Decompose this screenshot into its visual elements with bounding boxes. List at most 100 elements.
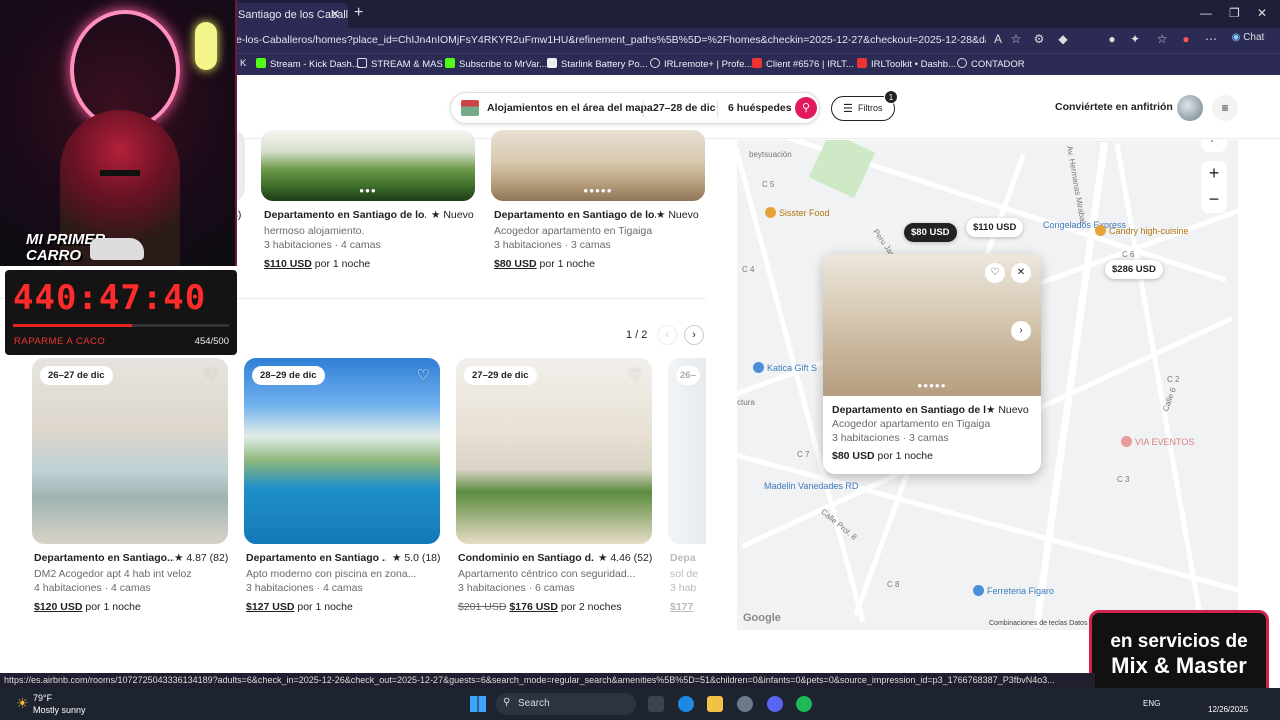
listing-photo-partial[interactable]: 26– bbox=[668, 358, 706, 544]
map-road bbox=[1114, 143, 1205, 627]
close-icon[interactable]: ✕ bbox=[1011, 263, 1031, 283]
zoom-out-button[interactable]: − bbox=[1201, 187, 1227, 213]
edge-icon[interactable] bbox=[678, 696, 694, 712]
listing-photo[interactable]: ●●● bbox=[261, 130, 475, 201]
listing-photo[interactable]: 26–27 de dic ♡ bbox=[32, 358, 228, 544]
map[interactable]: beytsuación C 5 C 4 Peru Jardines del No… bbox=[737, 140, 1238, 630]
listing-rating: ★ 4.46 (52) bbox=[598, 552, 653, 564]
clock-date[interactable]: 12/26/2025 bbox=[1208, 705, 1248, 714]
listing-title[interactable]: Depa bbox=[670, 552, 706, 564]
weather-desc[interactable]: Mostly sunny bbox=[33, 705, 86, 715]
listing-title[interactable]: Departamento en Santiago ... bbox=[246, 552, 386, 564]
become-host-link[interactable]: Conviértete en anfitrión bbox=[1055, 101, 1173, 113]
search-icon: ⚲ bbox=[801, 102, 811, 114]
listing-title[interactable]: Departamento en Santiago de lo... bbox=[264, 209, 426, 221]
search-dates[interactable]: 27–28 de dic bbox=[653, 102, 715, 114]
file-explorer-icon[interactable] bbox=[707, 696, 723, 712]
listing-photo[interactable]: 27–29 de dic ♡ bbox=[456, 358, 652, 544]
price-pin-selected[interactable]: $80 USD bbox=[904, 223, 957, 242]
weather-icon[interactable]: ☀ bbox=[16, 695, 29, 712]
heart-icon[interactable]: ♡ bbox=[205, 366, 218, 384]
poi[interactable]: Sisster Food bbox=[765, 207, 830, 218]
next-page-button[interactable]: › bbox=[684, 325, 704, 345]
favorites-icon[interactable]: ☆ bbox=[1154, 32, 1170, 48]
price-amount[interactable]: $120 USD bbox=[34, 601, 82, 613]
extension-icon[interactable]: ⚙ bbox=[1031, 32, 1047, 48]
neon-banana bbox=[195, 22, 217, 70]
listing-title[interactable]: Condominio en Santiago d... bbox=[458, 552, 594, 564]
bookmark-item[interactable]: Starlink Battery Po... bbox=[547, 58, 648, 70]
weather-temp[interactable]: 79°F bbox=[33, 693, 52, 703]
bookmark-label: Subscribe to MrVar... bbox=[459, 59, 547, 70]
extension-diamond-icon[interactable]: ◆ bbox=[1055, 32, 1071, 48]
discord-icon[interactable] bbox=[767, 696, 783, 712]
poi[interactable]: VIA EVENTOS bbox=[1121, 436, 1194, 447]
map-listing-popup[interactable]: ●●●●● ♡ ✕ › Departamento en Santiago de … bbox=[823, 254, 1041, 474]
extensions-puzzle-icon[interactable]: ✦ bbox=[1127, 32, 1143, 48]
bookmark-item[interactable]: IRLremote+ | Profe... bbox=[650, 58, 752, 70]
listing-title[interactable]: Departamento en Santiago... bbox=[34, 552, 174, 564]
task-view-icon[interactable] bbox=[648, 696, 664, 712]
poi[interactable]: Madelin Vanedades RD bbox=[764, 481, 858, 491]
listing-photo[interactable]: 28–29 de dic ♡ bbox=[244, 358, 440, 544]
bookmark-item[interactable]: CONTADOR bbox=[957, 58, 1025, 70]
bookmark-item[interactable]: Stream - Kick Dash... bbox=[256, 58, 360, 70]
listing-photo[interactable]: ●●●●● bbox=[491, 130, 705, 201]
price-amount[interactable]: $110 USD bbox=[264, 258, 312, 270]
search-location[interactable]: Alojamientos en el área del mapa bbox=[487, 102, 653, 114]
bookmark-item[interactable]: Client #6576 | IRLT... bbox=[752, 58, 854, 70]
map-attribution[interactable]: Combinaciones de teclas Datos bbox=[989, 620, 1087, 627]
address-bar[interactable]: e-los-Caballeros/homes?place_id=ChIJn4nI… bbox=[236, 34, 986, 46]
heart-icon[interactable]: ♡ bbox=[629, 366, 642, 384]
popup-photo[interactable]: ●●●●● bbox=[823, 254, 1041, 396]
chevron-right-icon[interactable]: › bbox=[1011, 321, 1031, 341]
price-pin[interactable]: $286 USD bbox=[1105, 260, 1163, 279]
restore-icon[interactable]: ❐ bbox=[1229, 6, 1240, 20]
bookmark-item[interactable]: IRLToolkit • Dashb... bbox=[857, 58, 956, 70]
close-window-icon[interactable]: ✕ bbox=[1257, 6, 1267, 20]
date-badge: 27–29 de dic bbox=[464, 366, 537, 385]
extension-red-icon[interactable]: ● bbox=[1104, 32, 1120, 48]
zoom-in-button[interactable]: + bbox=[1201, 161, 1227, 187]
bookmark-item[interactable]: STREAM & MAS bbox=[357, 58, 443, 70]
street-label: C 7 bbox=[797, 450, 810, 459]
read-aloud-icon[interactable]: A bbox=[990, 32, 1006, 48]
popup-title[interactable]: Departamento en Santiago de l... bbox=[832, 404, 986, 416]
new-tab-icon[interactable]: + bbox=[354, 4, 363, 22]
map-control-top[interactable]: ⌐ bbox=[1201, 140, 1227, 152]
avatar[interactable] bbox=[1177, 95, 1203, 121]
chat-button[interactable]: ◉ Chat bbox=[1228, 32, 1268, 48]
search-bar[interactable]: Alojamientos en el área del mapa 27–28 d… bbox=[450, 92, 820, 124]
poi[interactable]: Candry high-cuisine bbox=[1095, 225, 1189, 236]
listing-price: $177 bbox=[670, 601, 706, 613]
favorite-star-icon[interactable]: ☆ bbox=[1008, 32, 1024, 48]
search-guests[interactable]: 6 huéspedes bbox=[728, 102, 792, 114]
minimize-icon[interactable]: — bbox=[1200, 6, 1212, 20]
filters-count-badge: 1 bbox=[884, 90, 898, 104]
close-tab-icon[interactable]: ✕ bbox=[330, 7, 340, 21]
menu-button[interactable]: ≡ bbox=[1212, 95, 1238, 121]
prev-page-button[interactable]: ‹ bbox=[657, 325, 677, 345]
price-amount[interactable]: $127 USD bbox=[246, 601, 294, 613]
search-button[interactable]: ⚲ bbox=[795, 97, 817, 119]
taskbar-search[interactable]: ⚲ Search bbox=[496, 693, 636, 715]
poi[interactable]: Katica Gift S bbox=[753, 362, 817, 373]
listing-title[interactable]: Departamento en Santiago de lo... bbox=[494, 209, 656, 221]
price-amount[interactable]: $177 bbox=[670, 601, 693, 613]
language-indicator[interactable]: ENG bbox=[1143, 699, 1160, 708]
poi[interactable]: Ferreteria Figaro bbox=[973, 585, 1054, 596]
price-amount[interactable]: $176 USD bbox=[509, 601, 557, 613]
price-pin[interactable]: $110 USD bbox=[966, 218, 1024, 237]
subathon-timer: 440:47:40 RAPARME A CACO 454/500 bbox=[5, 270, 237, 355]
bookmark-folder[interactable]: K bbox=[240, 58, 246, 69]
price-amount[interactable]: $80 USD bbox=[494, 258, 537, 270]
filters-button[interactable]: ☰ Filtros 1 bbox=[831, 90, 898, 121]
windows-start-icon[interactable] bbox=[470, 696, 486, 712]
bookmark-item[interactable]: Subscribe to MrVar... bbox=[445, 58, 547, 70]
heart-icon[interactable]: ♡ bbox=[985, 263, 1005, 283]
spotify-icon[interactable] bbox=[796, 696, 812, 712]
profile-icon[interactable]: ● bbox=[1178, 32, 1194, 48]
heart-icon[interactable]: ♡ bbox=[417, 366, 430, 384]
app-icon[interactable] bbox=[737, 696, 753, 712]
more-icon[interactable]: ⋯ bbox=[1203, 32, 1219, 48]
